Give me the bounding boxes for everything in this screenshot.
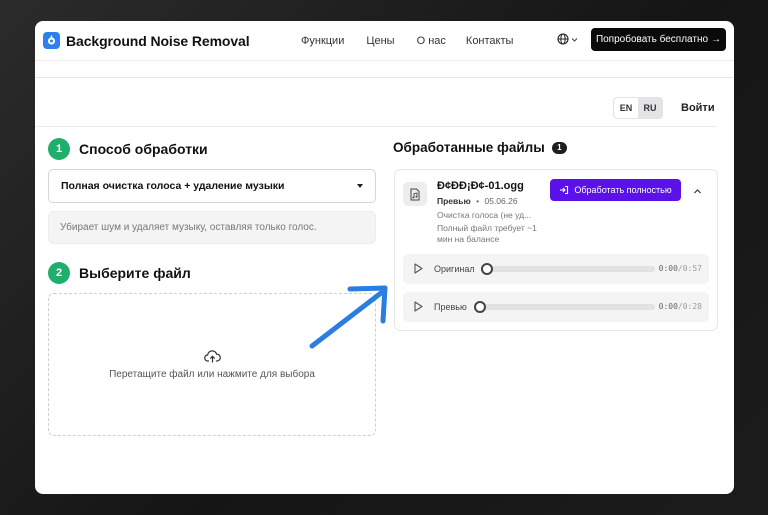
- current-time: 0:00: [658, 264, 678, 273]
- duration: 0:28: [682, 302, 702, 311]
- step-2-title: Выберите файл: [79, 265, 191, 281]
- login-link[interactable]: Войти: [681, 102, 715, 114]
- seek-track[interactable]: [480, 304, 655, 310]
- try-free-button[interactable]: Попробовать бесплатно →: [591, 28, 726, 51]
- step-1-title: Способ обработки: [79, 141, 208, 157]
- file-name: Ð¢ÐÐ¡Ð¢-01.ogg: [437, 180, 524, 192]
- process-full-label: Обработать полностью: [574, 185, 672, 195]
- processed-files-header: Обработанные файлы 1: [393, 140, 567, 155]
- step-2-header: 2 Выберите файл: [48, 262, 191, 284]
- player-label: Превью: [434, 302, 467, 312]
- nav-link-features[interactable]: Функции: [301, 35, 344, 47]
- meta-separator: •: [476, 196, 480, 206]
- chevron-up-icon: [694, 189, 701, 194]
- top-nav: Background Noise Removal Функции Цены О …: [35, 21, 734, 61]
- duration: 0:57: [682, 264, 702, 273]
- play-icon[interactable]: [414, 263, 423, 274]
- language-switcher[interactable]: [557, 33, 578, 45]
- nav-link-contacts[interactable]: Контакты: [466, 35, 514, 47]
- file-meta: Превью • 05.06.26: [437, 196, 518, 206]
- current-time: 0:00: [658, 302, 678, 311]
- upload-cloud-icon: [203, 349, 221, 363]
- seek-knob[interactable]: [481, 263, 493, 275]
- player-label: Оригинал: [434, 264, 475, 274]
- try-free-label: Попробовать бесплатно: [595, 34, 709, 45]
- mode-description-text: Убирает шум и удаляет музыку, оставляя т…: [60, 222, 317, 233]
- lang-option-ru[interactable]: RU: [638, 98, 662, 118]
- processing-mode-value: Полная очистка голоса + удаление музыки: [61, 180, 285, 192]
- nav-link-about[interactable]: О нас: [417, 35, 446, 47]
- audio-file-icon: [403, 182, 427, 206]
- preview-audio-player: Превью 0:00/0:28: [403, 292, 709, 322]
- login-arrow-icon: [560, 185, 569, 195]
- step-1-badge: 1: [48, 138, 70, 160]
- sub-bar: [35, 61, 734, 78]
- player-time: 0:00/0:57: [659, 264, 702, 273]
- processed-files-title: Обработанные файлы: [393, 140, 545, 155]
- divider: [35, 126, 717, 127]
- file-status: Превью: [437, 196, 471, 206]
- brand[interactable]: Background Noise Removal: [43, 32, 250, 49]
- seek-track[interactable]: [487, 266, 655, 272]
- original-audio-player: Оригинал 0:00/0:57: [403, 254, 709, 284]
- app-window: Background Noise Removal Функции Цены О …: [35, 21, 734, 494]
- file-date: 05.06.26: [484, 196, 518, 206]
- chevron-down-icon: [571, 37, 578, 42]
- caret-down-icon: [357, 184, 363, 188]
- arrow-right-icon: →: [711, 34, 722, 45]
- files-count-badge: 1: [551, 141, 567, 154]
- globe-icon: [557, 33, 569, 45]
- app-name: Background Noise Removal: [66, 32, 250, 49]
- process-full-button[interactable]: Обработать полностью: [550, 179, 681, 201]
- step-2-badge: 2: [48, 262, 70, 284]
- lang-toggle: EN RU: [613, 97, 663, 119]
- dropzone-text: Перетащите файл или нажмите для выбора: [109, 368, 315, 380]
- app-logo-icon: [43, 32, 60, 49]
- file-card: Ð¢ÐÐ¡Ð¢-01.ogg Превью • 05.06.26 Очистка…: [394, 169, 718, 331]
- collapse-button[interactable]: [693, 183, 702, 201]
- step-1-header: 1 Способ обработки: [48, 138, 208, 160]
- file-balance-note: Полный файл требует ~1 мин на балансе: [437, 223, 537, 244]
- annotation-arrow-icon: [309, 285, 388, 349]
- main-menu: Функции Цены О нас Контакты: [301, 21, 513, 61]
- player-time: 0:00/0:28: [659, 302, 702, 311]
- processing-mode-select[interactable]: Полная очистка голоса + удаление музыки: [48, 169, 376, 203]
- nav-link-pricing[interactable]: Цены: [366, 35, 394, 47]
- seek-knob[interactable]: [474, 301, 486, 313]
- play-icon[interactable]: [414, 301, 423, 312]
- mode-description: Убирает шум и удаляет музыку, оставляя т…: [48, 211, 376, 244]
- lang-option-en[interactable]: EN: [614, 98, 638, 118]
- file-mode: Очистка голоса (не уд...: [437, 210, 532, 220]
